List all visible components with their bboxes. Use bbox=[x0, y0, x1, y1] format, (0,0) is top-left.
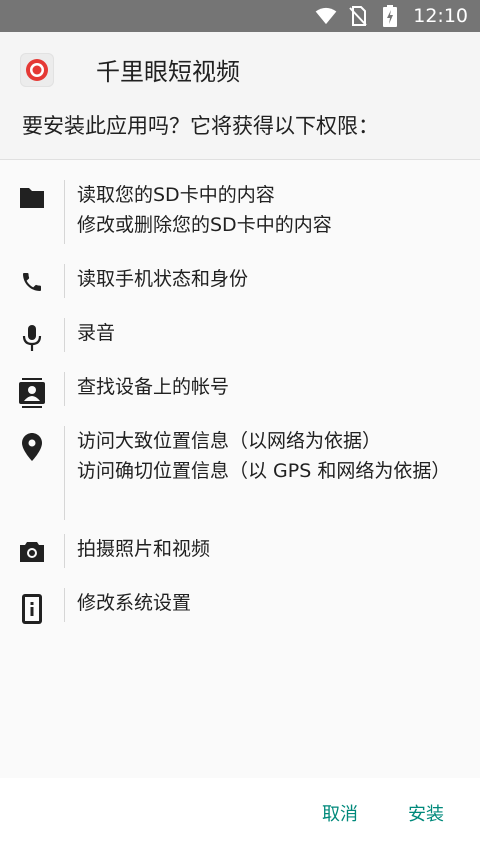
permission-location: 访问大致位置信息（以网络为依据） 访问确切位置信息（以 GPS 和网络为依据） bbox=[0, 426, 480, 520]
permission-line: 录音 bbox=[77, 322, 116, 344]
button-bar: 取消 安装 bbox=[0, 778, 480, 853]
permission-camera: 拍摄照片和视频 bbox=[0, 534, 480, 568]
permission-line: 访问大致位置信息（以网络为依据） bbox=[77, 430, 382, 452]
install-question: 要安装此应用吗？它将获得以下权限： bbox=[22, 114, 379, 138]
folder-icon bbox=[18, 186, 46, 244]
settings-phone-icon bbox=[22, 594, 42, 624]
camera-icon bbox=[18, 540, 46, 568]
app-icon bbox=[20, 52, 54, 87]
permission-line: 修改或删除您的SD卡中的内容 bbox=[77, 214, 332, 236]
wifi-icon bbox=[315, 5, 337, 27]
permission-line: 查找设备上的帐号 bbox=[77, 376, 230, 398]
permission-microphone: 录音 bbox=[0, 318, 480, 352]
status-bar: 12:10 bbox=[0, 0, 480, 32]
install-header: 千里眼短视频 要安装此应用吗？它将获得以下权限： bbox=[0, 32, 480, 160]
permission-phone: 读取手机状态和身份 bbox=[0, 264, 480, 298]
permission-line: 读取您的SD卡中的内容 bbox=[77, 184, 275, 206]
permission-system-settings: 修改系统设置 bbox=[0, 588, 480, 624]
battery-charging-icon bbox=[379, 5, 401, 27]
permission-line: 拍摄照片和视频 bbox=[77, 538, 211, 560]
permission-accounts: 查找设备上的帐号 bbox=[0, 372, 480, 408]
status-time: 12:10 bbox=[413, 5, 468, 27]
permission-line: 访问确切位置信息（以 GPS 和网络为依据） bbox=[77, 460, 451, 482]
phone-icon bbox=[20, 270, 44, 298]
app-row: 千里眼短视频 bbox=[20, 52, 240, 87]
app-name: 千里眼短视频 bbox=[96, 58, 240, 86]
microphone-icon bbox=[22, 324, 42, 352]
cancel-button[interactable]: 取消 bbox=[316, 792, 364, 834]
permission-line: 读取手机状态和身份 bbox=[77, 268, 249, 290]
install-button[interactable]: 安装 bbox=[402, 792, 450, 834]
permission-line: 修改系统设置 bbox=[77, 592, 192, 614]
permission-storage: 读取您的SD卡中的内容 修改或删除您的SD卡中的内容 bbox=[0, 180, 480, 244]
no-sim-icon bbox=[347, 5, 369, 27]
contacts-icon bbox=[19, 378, 45, 408]
location-pin-icon bbox=[21, 432, 43, 520]
